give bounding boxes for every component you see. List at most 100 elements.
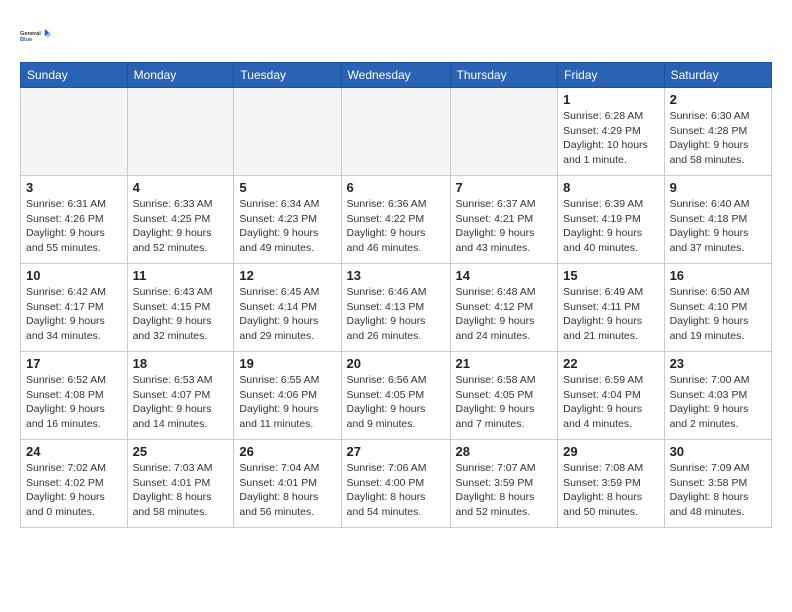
calendar-cell: 18 Sunrise: 6:53 AMSunset: 4:07 PMDayligh… [127,352,234,440]
day-info: Sunrise: 6:42 AMSunset: 4:17 PMDaylight:… [26,285,122,344]
day-number: 14 [456,268,553,283]
calendar-cell [450,88,558,176]
svg-text:General: General [20,31,41,37]
day-info: Sunrise: 6:31 AMSunset: 4:26 PMDaylight:… [26,197,122,256]
day-info: Sunrise: 7:07 AMSunset: 3:59 PMDaylight:… [456,461,553,520]
calendar-cell: 17 Sunrise: 6:52 AMSunset: 4:08 PMDayligh… [21,352,128,440]
calendar-cell: 9Sunrise: 6:40 AMSunset: 4:18 PMDaylight… [664,176,771,264]
day-info: Sunrise: 6:52 AMSunset: 4:08 PMDaylight:… [26,373,122,432]
day-number: 10 [26,268,122,283]
day-number: 18 [133,356,229,371]
day-number: 20 [347,356,445,371]
day-info: Sunrise: 6:30 AMSunset: 4:28 PMDaylight:… [670,109,766,168]
day-number: 1 [563,92,658,107]
calendar-cell: 7Sunrise: 6:37 AMSunset: 4:21 PMDaylight… [450,176,558,264]
svg-text:Blue: Blue [20,37,32,43]
calendar-cell: 8 Sunrise: 6:39 AMSunset: 4:19 PMDaylight… [558,176,664,264]
week-row-3: 10 Sunrise: 6:42 AMSunset: 4:17 PMDayligh… [21,264,772,352]
day-number: 25 [133,444,229,459]
day-number: 22 [563,356,658,371]
day-info: Sunrise: 6:43 AMSunset: 4:15 PMDaylight:… [133,285,229,344]
day-info: Sunrise: 6:28 AMSunset: 4:29 PMDaylight:… [563,109,658,168]
calendar-cell: 14Sunrise: 6:48 AMSunset: 4:12 PMDayligh… [450,264,558,352]
day-info: Sunrise: 7:08 AMSunset: 3:59 PMDaylight:… [563,461,658,520]
day-info: Sunrise: 6:33 AMSunset: 4:25 PMDaylight:… [133,197,229,256]
day-info: Sunrise: 7:04 AMSunset: 4:01 PMDaylight:… [239,461,335,520]
calendar-cell: 24 Sunrise: 7:02 AMSunset: 4:02 PMDayligh… [21,440,128,528]
calendar-cell: 23 Sunrise: 7:00 AMSunset: 4:03 PMDayligh… [664,352,771,440]
calendar-cell: 11 Sunrise: 6:43 AMSunset: 4:15 PMDayligh… [127,264,234,352]
page: GeneralBlue SundayMondayTuesdayWednesday… [0,0,792,538]
day-info: Sunrise: 7:02 AMSunset: 4:02 PMDaylight:… [26,461,122,520]
calendar-cell: 30Sunrise: 7:09 AMSunset: 3:58 PMDayligh… [664,440,771,528]
day-number: 5 [239,180,335,195]
day-number: 2 [670,92,766,107]
calendar-table: SundayMondayTuesdayWednesdayThursdayFrid… [20,62,772,528]
day-number: 8 [563,180,658,195]
calendar-cell [127,88,234,176]
week-row-1: 1 Sunrise: 6:28 AMSunset: 4:29 PMDaylight… [21,88,772,176]
day-info: Sunrise: 6:58 AMSunset: 4:05 PMDaylight:… [456,373,553,432]
week-row-5: 24 Sunrise: 7:02 AMSunset: 4:02 PMDayligh… [21,440,772,528]
calendar-cell: 20 Sunrise: 6:56 AMSunset: 4:05 PMDayligh… [341,352,450,440]
calendar-header-row: SundayMondayTuesdayWednesdayThursdayFrid… [21,63,772,88]
calendar-header-friday: Friday [558,63,664,88]
calendar-header-tuesday: Tuesday [234,63,341,88]
day-number: 6 [347,180,445,195]
day-number: 19 [239,356,335,371]
day-number: 29 [563,444,658,459]
day-number: 26 [239,444,335,459]
day-number: 12 [239,268,335,283]
day-number: 28 [456,444,553,459]
calendar-cell: 12 Sunrise: 6:45 AMSunset: 4:14 PMDayligh… [234,264,341,352]
calendar-cell: 16 Sunrise: 6:50 AMSunset: 4:10 PMDayligh… [664,264,771,352]
calendar-cell: 21 Sunrise: 6:58 AMSunset: 4:05 PMDayligh… [450,352,558,440]
day-info: Sunrise: 6:37 AMSunset: 4:21 PMDaylight:… [456,197,553,256]
day-info: Sunrise: 7:03 AMSunset: 4:01 PMDaylight:… [133,461,229,520]
calendar-cell: 2 Sunrise: 6:30 AMSunset: 4:28 PMDaylight… [664,88,771,176]
week-row-4: 17 Sunrise: 6:52 AMSunset: 4:08 PMDayligh… [21,352,772,440]
calendar-header-saturday: Saturday [664,63,771,88]
calendar-cell: 28 Sunrise: 7:07 AMSunset: 3:59 PMDayligh… [450,440,558,528]
day-info: Sunrise: 6:34 AMSunset: 4:23 PMDaylight:… [239,197,335,256]
calendar-cell: 26 Sunrise: 7:04 AMSunset: 4:01 PMDayligh… [234,440,341,528]
calendar-cell: 5 Sunrise: 6:34 AMSunset: 4:23 PMDaylight… [234,176,341,264]
day-number: 11 [133,268,229,283]
day-info: Sunrise: 6:36 AMSunset: 4:22 PMDaylight:… [347,197,445,256]
day-number: 27 [347,444,445,459]
calendar-cell [21,88,128,176]
week-row-2: 3 Sunrise: 6:31 AMSunset: 4:26 PMDaylight… [21,176,772,264]
day-info: Sunrise: 7:06 AMSunset: 4:00 PMDaylight:… [347,461,445,520]
day-number: 21 [456,356,553,371]
day-info: Sunrise: 6:50 AMSunset: 4:10 PMDaylight:… [670,285,766,344]
day-info: Sunrise: 6:45 AMSunset: 4:14 PMDaylight:… [239,285,335,344]
day-number: 4 [133,180,229,195]
day-info: Sunrise: 6:53 AMSunset: 4:07 PMDaylight:… [133,373,229,432]
day-number: 15 [563,268,658,283]
calendar-header-monday: Monday [127,63,234,88]
day-info: Sunrise: 6:56 AMSunset: 4:05 PMDaylight:… [347,373,445,432]
day-number: 17 [26,356,122,371]
day-info: Sunrise: 7:00 AMSunset: 4:03 PMDaylight:… [670,373,766,432]
header: GeneralBlue [20,20,772,52]
calendar-header-wednesday: Wednesday [341,63,450,88]
calendar-cell: 3 Sunrise: 6:31 AMSunset: 4:26 PMDaylight… [21,176,128,264]
day-info: Sunrise: 6:40 AMSunset: 4:18 PMDaylight:… [670,197,766,256]
day-info: Sunrise: 6:49 AMSunset: 4:11 PMDaylight:… [563,285,658,344]
calendar-cell: 4 Sunrise: 6:33 AMSunset: 4:25 PMDaylight… [127,176,234,264]
day-info: Sunrise: 6:39 AMSunset: 4:19 PMDaylight:… [563,197,658,256]
logo-icon: GeneralBlue [20,20,52,52]
calendar-cell: 10 Sunrise: 6:42 AMSunset: 4:17 PMDayligh… [21,264,128,352]
calendar-cell: 19Sunrise: 6:55 AMSunset: 4:06 PMDayligh… [234,352,341,440]
calendar-header-sunday: Sunday [21,63,128,88]
calendar-cell: 13Sunrise: 6:46 AMSunset: 4:13 PMDayligh… [341,264,450,352]
day-info: Sunrise: 6:46 AMSunset: 4:13 PMDaylight:… [347,285,445,344]
logo: GeneralBlue [20,20,52,52]
calendar-cell: 15 Sunrise: 6:49 AMSunset: 4:11 PMDayligh… [558,264,664,352]
day-number: 3 [26,180,122,195]
calendar-header-thursday: Thursday [450,63,558,88]
calendar-cell [341,88,450,176]
day-number: 23 [670,356,766,371]
day-number: 24 [26,444,122,459]
day-number: 16 [670,268,766,283]
